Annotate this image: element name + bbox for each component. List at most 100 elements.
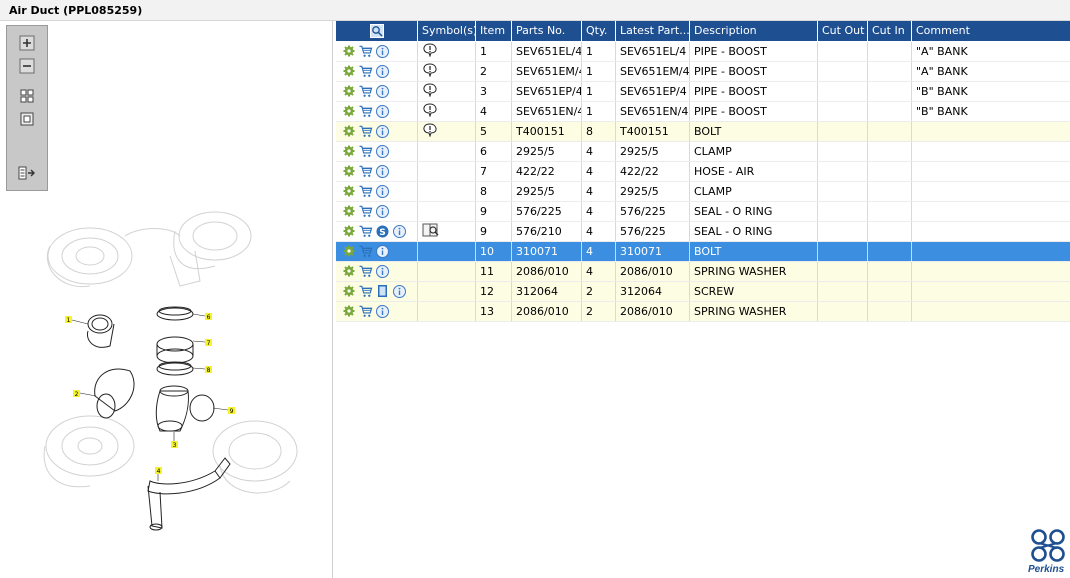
toggle-list-button[interactable] bbox=[17, 164, 37, 182]
actual-size-button[interactable] bbox=[17, 110, 37, 128]
search-icon[interactable] bbox=[369, 23, 384, 38]
header-latest-part[interactable]: Latest Part... bbox=[615, 21, 690, 42]
zoom-out-button[interactable] bbox=[17, 57, 37, 75]
comment-cell bbox=[911, 221, 1070, 242]
info-icon[interactable] bbox=[393, 224, 407, 238]
callout-3: 3 bbox=[173, 442, 177, 449]
book-search-icon[interactable] bbox=[422, 223, 440, 237]
gear-icon[interactable] bbox=[342, 184, 356, 198]
comment-cell bbox=[911, 161, 1070, 182]
qty-cell: 4 bbox=[581, 261, 616, 282]
diagram-pane[interactable]: 1 2 3 4 6 7 8 9 bbox=[0, 21, 333, 578]
table-row[interactable]: 9 576/225 4 576/225 SEAL - O RING bbox=[335, 201, 1070, 222]
cart-icon[interactable] bbox=[358, 44, 373, 58]
cart-icon[interactable] bbox=[358, 244, 373, 258]
header-comment[interactable]: Comment bbox=[911, 21, 1070, 42]
info-icon[interactable] bbox=[376, 104, 390, 118]
info-icon[interactable] bbox=[376, 144, 390, 158]
cart-icon[interactable] bbox=[358, 84, 373, 98]
table-row[interactable]: 12 312064 2 312064 SCREW bbox=[335, 281, 1070, 302]
note-balloon-icon[interactable] bbox=[422, 82, 438, 97]
header-actions[interactable] bbox=[335, 21, 418, 42]
cart-icon[interactable] bbox=[358, 184, 373, 198]
cart-icon[interactable] bbox=[358, 164, 373, 178]
cart-icon[interactable] bbox=[358, 204, 373, 218]
table-row[interactable]: 5 T400151 8 T400151 BOLT bbox=[335, 121, 1070, 142]
description-cell: CLAMP bbox=[689, 141, 818, 162]
gear-icon[interactable] bbox=[342, 164, 356, 178]
header-description[interactable]: Description bbox=[689, 21, 818, 42]
cart-icon[interactable] bbox=[358, 284, 373, 298]
gear-icon[interactable] bbox=[342, 304, 356, 318]
gear-icon[interactable] bbox=[342, 224, 356, 238]
zoom-in-button[interactable] bbox=[17, 34, 37, 52]
info-icon[interactable] bbox=[376, 304, 390, 318]
latest-part-cell: SEV651EL/4 bbox=[615, 41, 690, 62]
cart-icon[interactable] bbox=[358, 304, 373, 318]
info-icon[interactable] bbox=[376, 264, 390, 278]
gear-icon[interactable] bbox=[342, 244, 356, 258]
info-icon[interactable] bbox=[376, 124, 390, 138]
cut-out-cell bbox=[817, 101, 868, 122]
cart-icon[interactable] bbox=[358, 224, 373, 238]
info-icon[interactable] bbox=[376, 44, 390, 58]
header-cut-out[interactable]: Cut Out bbox=[817, 21, 868, 42]
table-header-row: Symbol(s) Item Parts No. Qty. Latest Par… bbox=[335, 21, 1070, 42]
info-icon[interactable] bbox=[376, 244, 390, 258]
row-actions-cell bbox=[335, 261, 418, 282]
callout-7: 7 bbox=[207, 340, 211, 347]
fit-page-button[interactable] bbox=[17, 87, 37, 105]
note-balloon-icon[interactable] bbox=[422, 62, 438, 77]
table-row[interactable]: 3 SEV651EP/4 1 SEV651EP/4 PIPE - BOOST "B" BA… bbox=[335, 81, 1070, 102]
header-symbols[interactable]: Symbol(s) bbox=[417, 21, 476, 42]
info-icon[interactable] bbox=[376, 204, 390, 218]
cart-icon[interactable] bbox=[358, 124, 373, 138]
table-row[interactable]: 8 2925/5 4 2925/5 CLAMP bbox=[335, 181, 1070, 202]
info-icon[interactable] bbox=[376, 64, 390, 78]
document-icon[interactable] bbox=[376, 284, 390, 298]
description-cell: SPRING WASHER bbox=[689, 301, 818, 322]
row-actions-cell bbox=[335, 301, 418, 322]
info-icon[interactable] bbox=[393, 284, 407, 298]
symbols-cell bbox=[417, 161, 476, 182]
header-qty[interactable]: Qty. bbox=[581, 21, 616, 42]
gear-icon[interactable] bbox=[342, 64, 356, 78]
gear-icon[interactable] bbox=[342, 104, 356, 118]
header-parts-no[interactable]: Parts No. bbox=[511, 21, 582, 42]
s-badge-icon[interactable]: S bbox=[376, 224, 390, 238]
cart-icon[interactable] bbox=[358, 104, 373, 118]
note-balloon-icon[interactable] bbox=[422, 122, 438, 137]
gear-icon[interactable] bbox=[342, 84, 356, 98]
table-row[interactable]: 2 SEV651EM/4 1 SEV651EM/4 PIPE - BOOST "A" BA… bbox=[335, 61, 1070, 82]
cart-icon[interactable] bbox=[358, 264, 373, 278]
table-row[interactable]: 11 2086/010 4 2086/010 SPRING WASHER bbox=[335, 261, 1070, 282]
gear-icon[interactable] bbox=[342, 124, 356, 138]
gear-icon[interactable] bbox=[342, 204, 356, 218]
table-row[interactable]: 10 310071 4 310071 BOLT bbox=[335, 241, 1070, 262]
table-row[interactable]: 13 2086/010 2 2086/010 SPRING WASHER bbox=[335, 301, 1070, 322]
parts-no-cell: 2086/010 bbox=[511, 301, 582, 322]
parts-table: Symbol(s) Item Parts No. Qty. Latest Par… bbox=[335, 21, 1070, 322]
gear-icon[interactable] bbox=[342, 284, 356, 298]
table-row[interactable]: 4 SEV651EN/4 1 SEV651EN/4 PIPE - BOOST "B" BA… bbox=[335, 101, 1070, 122]
info-icon[interactable] bbox=[376, 184, 390, 198]
cut-in-cell bbox=[867, 221, 912, 242]
gear-icon[interactable] bbox=[342, 144, 356, 158]
table-row[interactable]: 1 SEV651EL/4 1 SEV651EL/4 PIPE - BOOST "A" BA… bbox=[335, 41, 1070, 62]
note-balloon-icon[interactable] bbox=[422, 102, 438, 117]
note-balloon-icon[interactable] bbox=[422, 42, 438, 57]
header-cut-in[interactable]: Cut In bbox=[867, 21, 912, 42]
cart-icon[interactable] bbox=[358, 144, 373, 158]
table-row[interactable]: 6 2925/5 4 2925/5 CLAMP bbox=[335, 141, 1070, 162]
table-row[interactable]: S 9 576/210 4 576/225 SEAL - O RING bbox=[335, 221, 1070, 242]
cart-icon[interactable] bbox=[358, 64, 373, 78]
header-item[interactable]: Item bbox=[475, 21, 512, 42]
gear-icon[interactable] bbox=[342, 264, 356, 278]
row-actions-cell bbox=[335, 161, 418, 182]
info-icon[interactable] bbox=[376, 84, 390, 98]
info-icon[interactable] bbox=[376, 164, 390, 178]
table-row[interactable]: 7 422/22 4 422/22 HOSE - AIR bbox=[335, 161, 1070, 182]
gear-icon[interactable] bbox=[342, 44, 356, 58]
qty-cell: 1 bbox=[581, 61, 616, 82]
parts-no-cell: 2925/5 bbox=[511, 181, 582, 202]
